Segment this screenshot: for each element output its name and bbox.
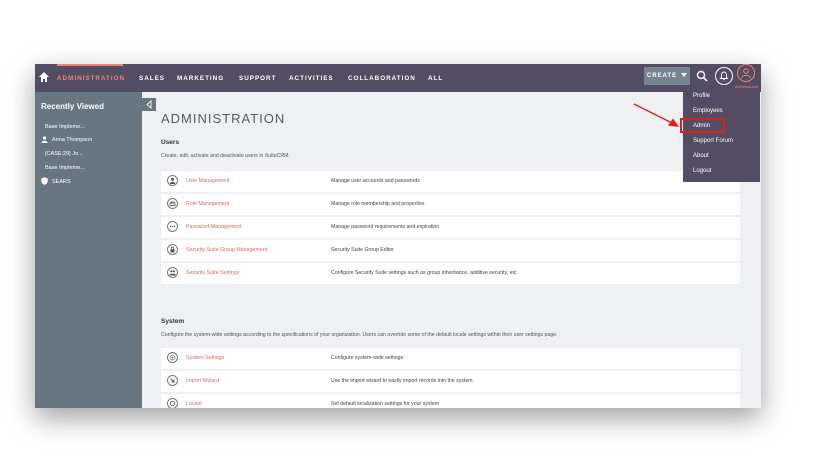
- home-icon[interactable]: [38, 70, 50, 84]
- import-wizard-link[interactable]: Import Wizard: [186, 378, 219, 384]
- row-description: Configure Security Suite settings such a…: [331, 270, 517, 276]
- sidebar: Recently Viewed Base Impleme... Anna Tho…: [35, 92, 142, 408]
- nav-administration[interactable]: ADMINISTRATION: [57, 64, 125, 92]
- annotation-arrow-icon: [633, 103, 679, 127]
- nav-support[interactable]: SUPPORT: [239, 64, 276, 92]
- row-description: Manage user accounts and passwords: [331, 178, 420, 184]
- top-nav: ADMINISTRATION SALES MARKETING SUPPORT A…: [35, 64, 761, 92]
- menu-item-employees[interactable]: Employees: [693, 108, 723, 114]
- menu-item-about[interactable]: About: [693, 153, 709, 159]
- role-icon: [167, 198, 178, 209]
- admin-row-import-wizard: Import Wizard Use the import wizard to e…: [161, 371, 740, 392]
- row-description: Use the import wizard to easily import r…: [331, 378, 473, 384]
- nav-all[interactable]: ALL: [428, 64, 443, 92]
- recent-item[interactable]: Base Impleme...: [45, 124, 85, 130]
- user-management-link[interactable]: User Management: [186, 178, 230, 184]
- nav-collaboration[interactable]: COLLABORATION: [348, 64, 416, 92]
- system-settings-link[interactable]: System Settings: [186, 355, 224, 361]
- nav-marketing[interactable]: MARKETING: [177, 64, 224, 92]
- gear-icon: [167, 352, 178, 363]
- security-suite-settings-link[interactable]: Security Suite Settings: [186, 270, 239, 276]
- bell-icon: [719, 71, 729, 81]
- collapse-icon: [146, 100, 152, 109]
- users-section-title: Users: [161, 139, 180, 146]
- row-description: Manage role membership and properties: [331, 201, 425, 207]
- row-description: Manage password requirements and expirat…: [331, 224, 440, 230]
- menu-item-logout[interactable]: Logout: [693, 168, 711, 174]
- password-management-link[interactable]: Password Management: [186, 224, 242, 230]
- row-description: Security Suite Group Editor: [331, 247, 394, 253]
- system-section-title: System: [161, 318, 185, 325]
- row-description: Set default localization settings for yo…: [331, 401, 440, 407]
- admin-row-system-settings: System Settings Configure system-wide se…: [161, 348, 740, 369]
- row-description: Configure system-wide settings: [331, 355, 404, 361]
- user-dropdown-menu: Profile Employees Admin Support Forum Ab…: [683, 89, 760, 182]
- person-icon: [41, 136, 48, 143]
- user-icon: [167, 175, 178, 186]
- nav-sales[interactable]: SALES: [139, 64, 165, 92]
- menu-item-support-forum[interactable]: Support Forum: [693, 138, 733, 144]
- recent-item[interactable]: Anna Thompson: [52, 137, 92, 143]
- admin-row-locale: Locale Set default localization settings…: [161, 394, 740, 408]
- admin-row-role-management: Role Management Manage role membership a…: [161, 194, 740, 215]
- recently-viewed-title: Recently Viewed: [41, 102, 104, 111]
- search-icon[interactable]: [696, 70, 708, 82]
- admin-row-security-suite-settings: Security Suite Settings Configure Securi…: [161, 263, 740, 284]
- caret-down-icon: [681, 73, 688, 78]
- recent-item[interactable]: SEARS: [52, 179, 71, 185]
- system-section-description: Configure the system-wide settings accor…: [161, 332, 558, 338]
- users-section-description: Create, edit, activate and deactivate us…: [161, 153, 290, 159]
- main-content: ADMINISTRATION Users Create, edit, activ…: [156, 92, 761, 408]
- nav-activities[interactable]: ACTIVITIES: [289, 64, 334, 92]
- sidebar-toggle[interactable]: [142, 98, 156, 111]
- lock-icon: [167, 244, 178, 255]
- shield-icon: [41, 177, 48, 185]
- person-icon: [740, 67, 751, 78]
- admin-row-security-group-management: Security Suite Group Management Security…: [161, 240, 740, 261]
- security-group-management-link[interactable]: Security Suite Group Management: [186, 247, 267, 253]
- password-icon: [167, 221, 178, 232]
- admin-row-password-management: Password Management Manage password requ…: [161, 217, 740, 238]
- menu-item-profile[interactable]: Profile: [693, 93, 710, 99]
- notifications-button[interactable]: [715, 67, 733, 85]
- admin-row-user-management: User Management Manage user accounts and…: [161, 171, 740, 192]
- group-icon: [167, 267, 178, 278]
- import-icon: [167, 375, 178, 386]
- create-label: CREATE: [646, 73, 678, 79]
- role-management-link[interactable]: Role Management: [186, 201, 229, 207]
- recent-item[interactable]: Base Impleme...: [45, 165, 85, 171]
- locale-icon: [167, 398, 178, 408]
- locale-link[interactable]: Locale: [186, 401, 202, 407]
- admin-highlight-box: [680, 118, 725, 133]
- create-button[interactable]: CREATE: [644, 67, 690, 85]
- user-avatar[interactable]: [737, 64, 755, 82]
- page-title: ADMINISTRATION: [161, 111, 286, 126]
- recent-item[interactable]: [CASE:29] Jo...: [45, 151, 83, 157]
